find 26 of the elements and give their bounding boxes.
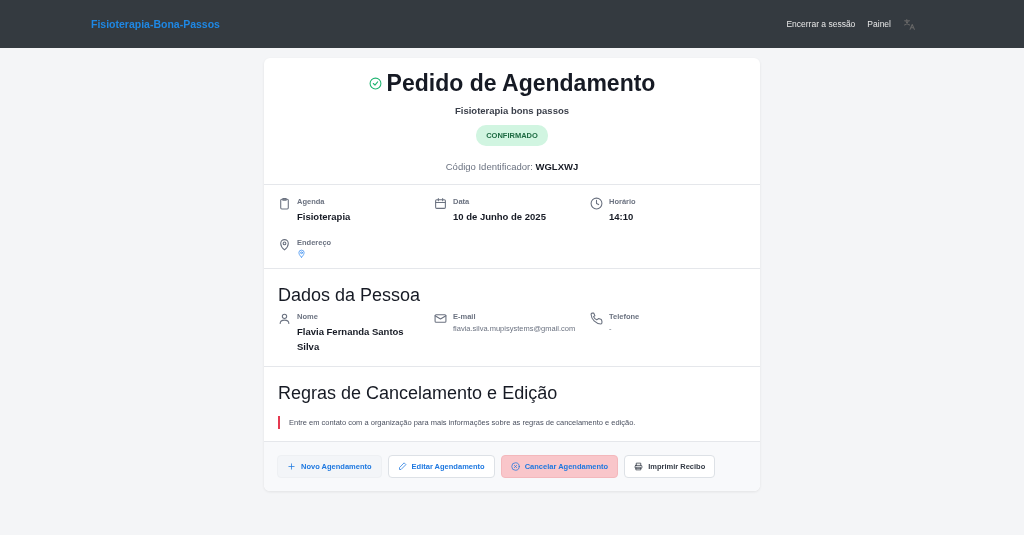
map-pin-icon [278,238,291,251]
clock-icon [590,197,603,210]
printer-icon [634,462,644,471]
check-circle-icon [368,77,382,90]
map-link-icon[interactable] [297,249,306,258]
brand-link[interactable]: Fisioterapia-Bona-Passos [91,18,220,30]
phone-icon [590,312,603,325]
nav-link[interactable]: Painel [867,19,891,29]
user-icon [278,312,291,325]
translate-icon [903,17,916,31]
identifier-code: Código Identificador: WGLXWJ [445,161,579,172]
section-title: Dados da Pessoa [277,285,422,306]
field-value: Flavia Fernanda Santos Silva [297,325,405,354]
x-circle-icon [510,462,520,471]
subtitle: Fisioterapia bons passos [454,105,569,116]
mail-icon [434,312,447,325]
field-value: 10 de Junho de 2025 [453,210,546,224]
pencil-icon [397,462,407,471]
calendar-icon [434,197,447,210]
clipboard-icon [278,197,291,210]
plus-icon [287,462,296,471]
field-value: 14:10 [609,210,635,224]
section-title: Regras de Cancelamento e Edição [277,383,559,404]
field-value: Fisioterapia [297,210,351,224]
nav-link[interactable]: Encerrar a sessão [786,19,856,29]
page-title: Pedido de Agendamento [386,70,656,97]
